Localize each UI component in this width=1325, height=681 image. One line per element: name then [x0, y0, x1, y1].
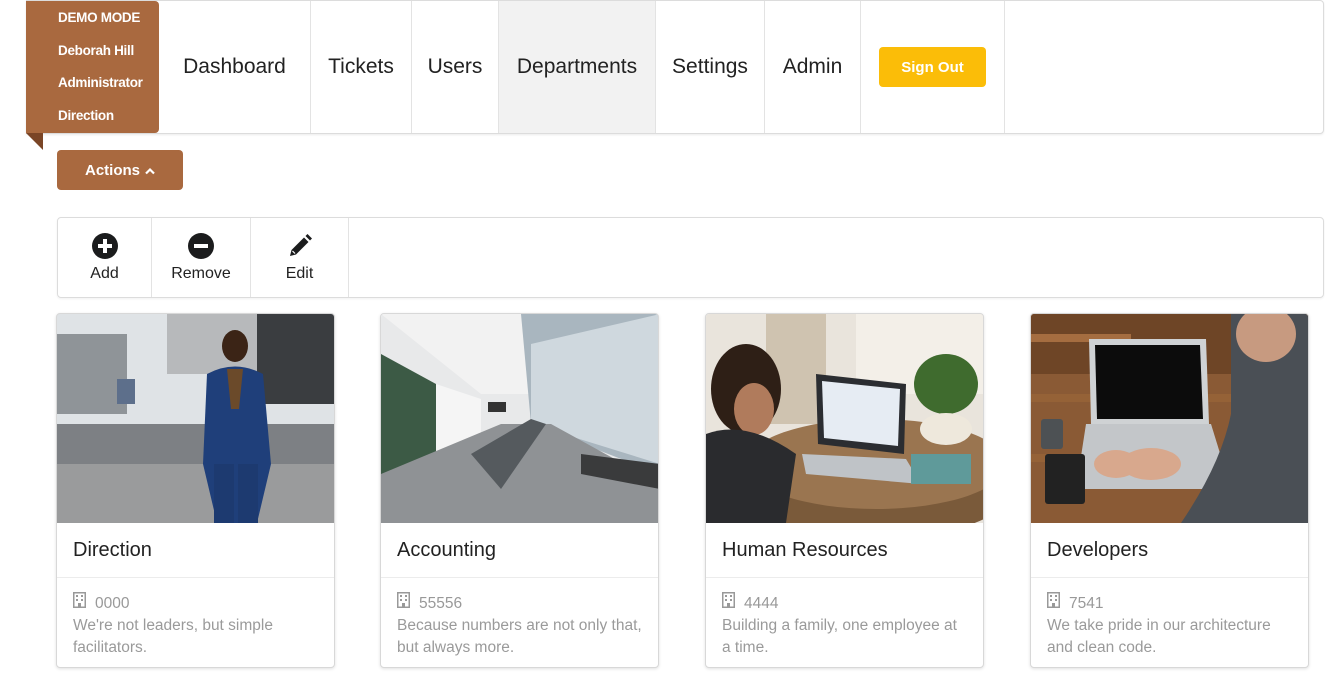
nav-menu: Dashboard Tickets Users Departments Sett… [159, 1, 1005, 133]
demo-mode-label: DEMO MODE [58, 10, 141, 25]
plus-circle-icon [91, 232, 118, 259]
building-icon [1047, 592, 1060, 615]
department-name: Developers [1031, 523, 1308, 578]
department-description: We take pride in our architecture and cl… [1047, 617, 1271, 656]
department-name: Direction [57, 523, 334, 578]
nav-item-dashboard[interactable]: Dashboard [159, 1, 311, 133]
chevron-up-icon [145, 162, 155, 179]
building-icon [73, 592, 86, 615]
nav-item-admin[interactable]: Admin [765, 1, 861, 133]
remove-label: Remove [171, 264, 231, 282]
edit-label: Edit [285, 264, 314, 282]
building-icon [397, 592, 410, 615]
actions-button[interactable]: Actions [57, 150, 183, 190]
sign-out-button[interactable]: Sign Out [879, 47, 986, 87]
actions-label: Actions [84, 161, 140, 179]
add-label: Add [90, 264, 119, 282]
nav-item-users[interactable]: Users [412, 1, 499, 133]
userbox-ribbon-tail [26, 133, 43, 150]
nav-item-departments[interactable]: Departments [499, 1, 656, 133]
department-code: 4444 [744, 594, 779, 612]
department-code: 55556 [419, 594, 463, 612]
actions-toolbar: Add Remove Edit [57, 217, 1324, 298]
building-icon [722, 592, 735, 615]
man-in-blue-suit-photo [57, 314, 334, 523]
user-role: Administrator [58, 75, 143, 90]
department-description: We're not leaders, but simple facilitato… [73, 617, 273, 656]
department-name: Accounting [381, 523, 658, 578]
hands-typing-laptop-photo [1031, 314, 1308, 523]
department-description: Because numbers are not only that, but a… [397, 617, 642, 656]
user-info-box: DEMO MODE Deborah Hill Administrator Dir… [26, 1, 159, 133]
department-code: 7541 [1069, 594, 1104, 612]
user-name: Deborah Hill [58, 42, 134, 58]
minus-circle-icon [188, 232, 214, 259]
nav-item-settings[interactable]: Settings [656, 1, 765, 133]
department-card-developers[interactable]: Developers 7541 We take pride in our arc… [1030, 313, 1309, 668]
signout-cell: Sign Out [861, 1, 1005, 133]
pencil-icon [287, 233, 313, 259]
department-code: 0000 [95, 594, 130, 612]
department-name: Human Resources [706, 523, 983, 578]
department-card-accounting[interactable]: Accounting 55556 Because numbers are not… [380, 313, 659, 668]
department-card-human-resources[interactable]: Human Resources 4444 Building a family, … [705, 313, 984, 668]
department-card-direction[interactable]: Direction 0000 We're not leaders, but si… [56, 313, 335, 668]
department-description: Building a family, one employee at a tim… [722, 617, 957, 656]
user-department: Direction [58, 107, 114, 123]
add-button[interactable]: Add [58, 218, 152, 297]
woman-at-laptop-photo [706, 314, 983, 523]
conference-room-photo [381, 314, 658, 523]
edit-button[interactable]: Edit [251, 218, 349, 297]
nav-item-tickets[interactable]: Tickets [311, 1, 412, 133]
remove-button[interactable]: Remove [152, 218, 251, 297]
